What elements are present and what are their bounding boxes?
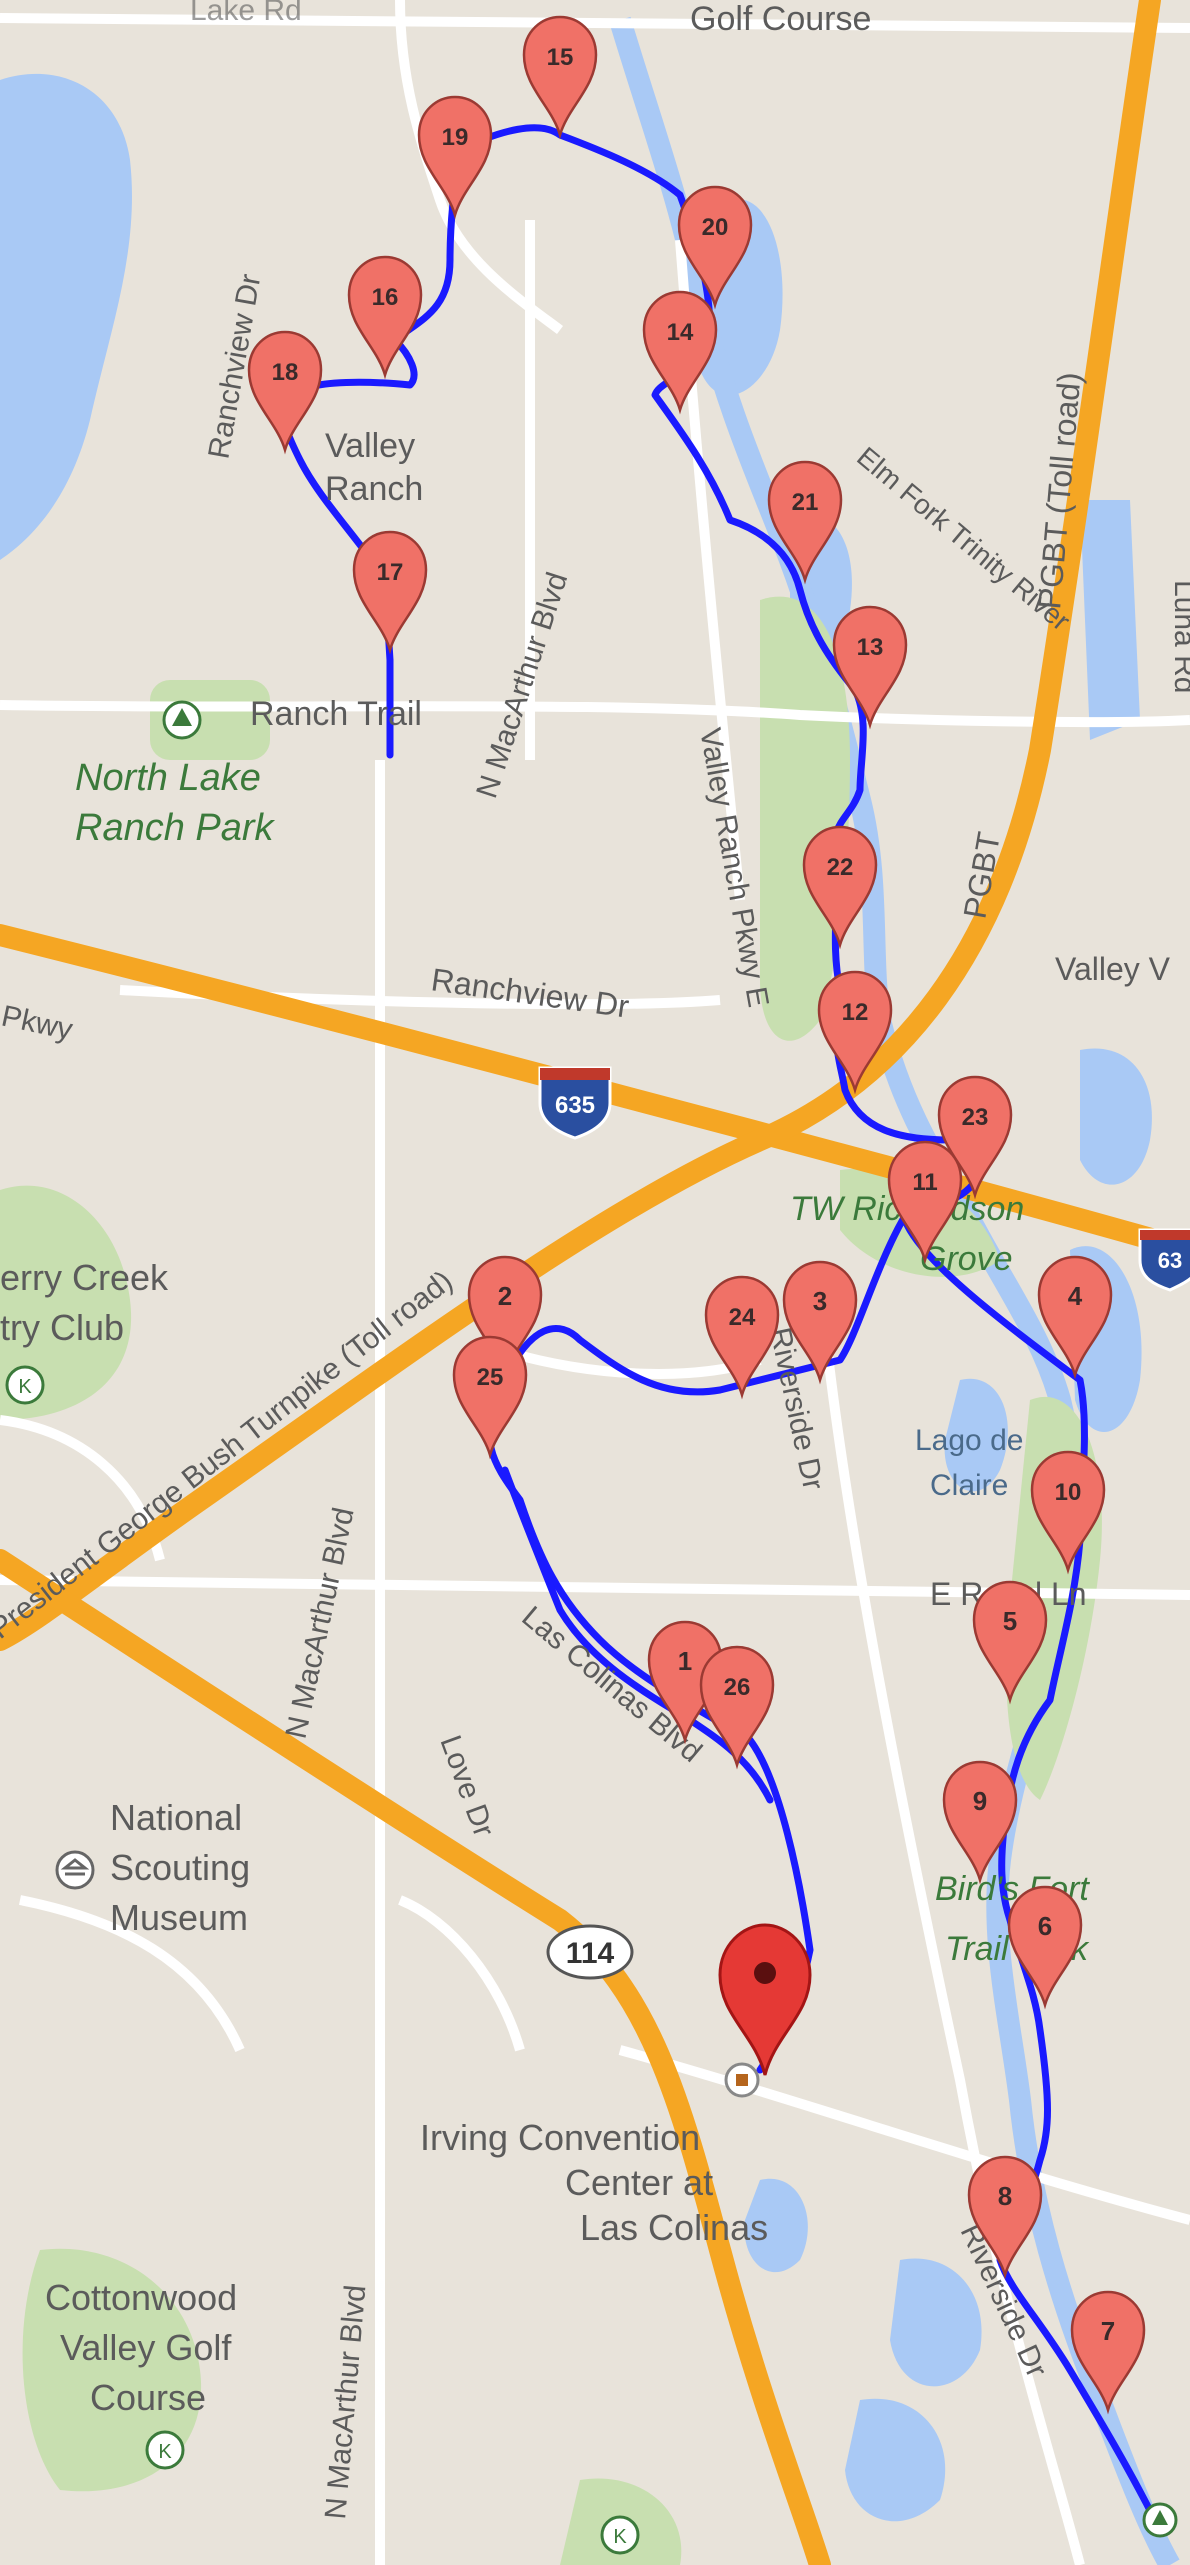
marker-number: 15 bbox=[547, 44, 574, 71]
label-golf-course: Golf Course bbox=[690, 0, 871, 38]
marker-number: 1 bbox=[678, 1646, 692, 1676]
marker-number: 10 bbox=[1055, 1479, 1082, 1506]
label-las-colinas: Las Colinas bbox=[580, 2207, 768, 2248]
park-icon bbox=[1142, 2502, 1178, 2538]
label-berry-creek: erry Creek bbox=[0, 1257, 169, 1298]
label-valley-golf: Valley Golf bbox=[60, 2327, 232, 2368]
label-museum: Museum bbox=[110, 1897, 248, 1938]
marker-number: 11 bbox=[912, 1169, 937, 1196]
marker-number: 8 bbox=[998, 2181, 1012, 2211]
label-lake-rd: Lake Rd bbox=[190, 0, 302, 27]
museum-icon bbox=[55, 1850, 95, 1890]
svg-text:114: 114 bbox=[566, 1937, 615, 1970]
marker-number: 13 bbox=[857, 634, 884, 661]
marker-number: 22 bbox=[827, 854, 854, 881]
label-irving-convention: Irving Convention bbox=[420, 2117, 700, 2158]
label-ranch: Ranch bbox=[325, 470, 423, 508]
marker-number: 24 bbox=[729, 1304, 756, 1331]
svg-text:K: K bbox=[18, 1376, 32, 1398]
marker-number: 16 bbox=[372, 284, 399, 311]
shield-114: 114 bbox=[546, 1924, 634, 1980]
label-national: National bbox=[110, 1797, 242, 1838]
label-claire: Claire bbox=[930, 1469, 1008, 1502]
label-valley: Valley bbox=[325, 427, 415, 465]
label-lago-de: Lago de bbox=[915, 1424, 1023, 1457]
svg-text:63: 63 bbox=[1158, 1248, 1182, 1273]
park-icon bbox=[162, 700, 202, 740]
marker-number: 14 bbox=[667, 319, 694, 346]
marker-number: 9 bbox=[973, 1786, 987, 1816]
marker-number: 21 bbox=[792, 489, 819, 516]
map[interactable]: Golf Course Lake Rd Ranchview Dr Valley … bbox=[0, 0, 1190, 2565]
label-course: Course bbox=[90, 2377, 206, 2418]
marker-number: 26 bbox=[724, 1674, 751, 1701]
marker-number: 7 bbox=[1101, 2316, 1115, 2346]
marker-number: 4 bbox=[1068, 1281, 1083, 1311]
label-valley-v: Valley V bbox=[1055, 951, 1171, 987]
convention-center-icon bbox=[724, 2062, 760, 2098]
marker-number: 20 bbox=[702, 214, 729, 241]
marker-number: 23 bbox=[962, 1104, 989, 1131]
svg-text:K: K bbox=[613, 2526, 627, 2548]
marker-number: 5 bbox=[1003, 1606, 1017, 1636]
label-country-club: try Club bbox=[0, 1307, 124, 1348]
marker-number: 3 bbox=[813, 1286, 827, 1316]
label-ranch-park: Ranch Park bbox=[75, 807, 276, 849]
marker-number: 12 bbox=[842, 999, 869, 1026]
label-center-at: Center at bbox=[565, 2162, 713, 2203]
svg-text:K: K bbox=[158, 2441, 172, 2463]
golf-icon: K bbox=[600, 2515, 640, 2555]
svg-text:635: 635 bbox=[555, 1092, 595, 1119]
marker-number: 18 bbox=[272, 359, 299, 386]
label-grove: Grove bbox=[920, 1240, 1013, 1278]
label-ranch-trail: Ranch Trail bbox=[250, 695, 422, 733]
label-north-lake: North Lake bbox=[75, 757, 261, 799]
label-luna-rd: Luna Rd bbox=[1168, 580, 1190, 693]
marker-number: 19 bbox=[442, 124, 469, 151]
marker-number: 2 bbox=[498, 1281, 512, 1311]
golf-icon: K bbox=[5, 1365, 45, 1405]
golf-icon: K bbox=[145, 2430, 185, 2470]
marker-number: 17 bbox=[377, 559, 404, 586]
marker-number: 6 bbox=[1038, 1911, 1052, 1941]
label-cottonwood: Cottonwood bbox=[45, 2277, 237, 2318]
marker-number: 25 bbox=[477, 1364, 504, 1391]
label-scouting: Scouting bbox=[110, 1847, 250, 1888]
